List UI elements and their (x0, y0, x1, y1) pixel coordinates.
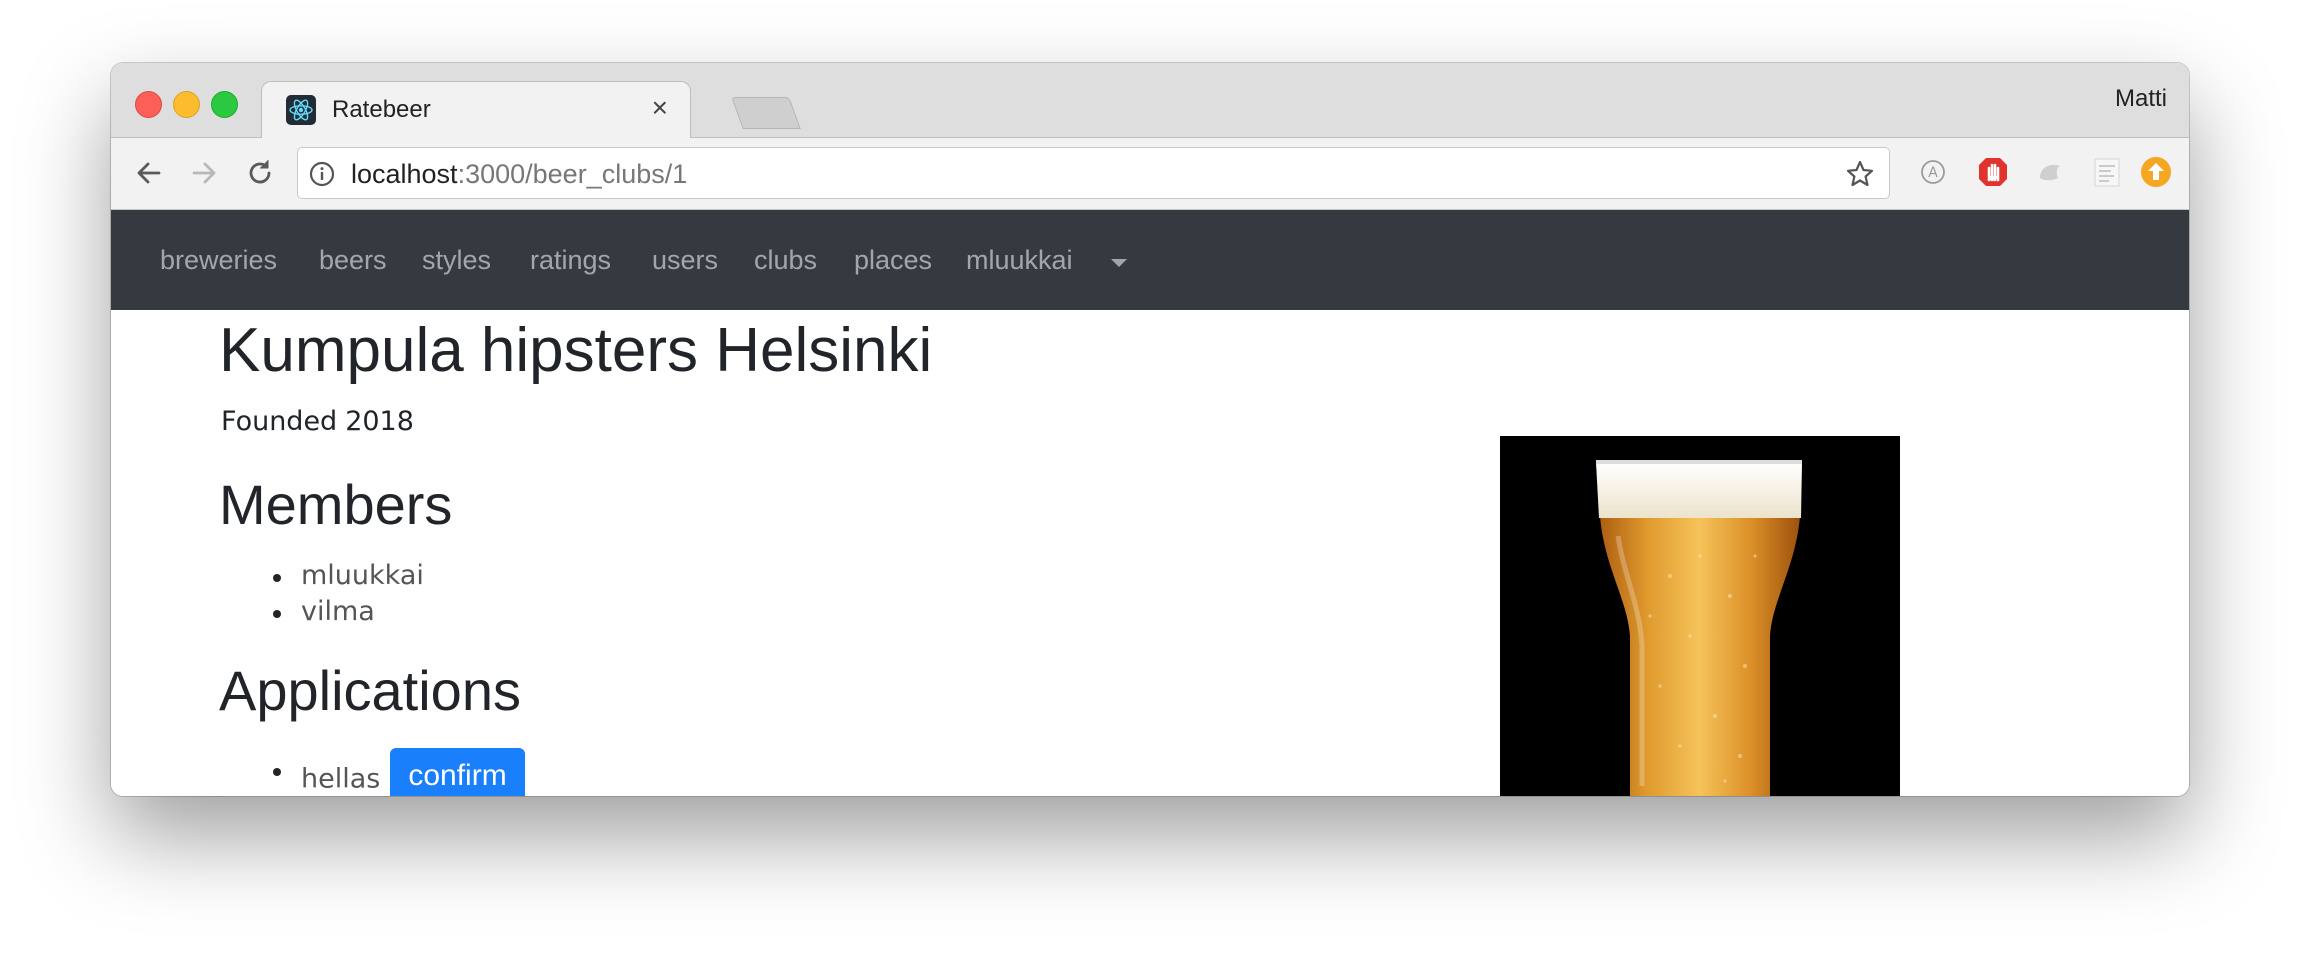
profile-name[interactable]: Matti (2115, 85, 2167, 113)
browser-toolbar: localhost:3000/beer_clubs/1 A (111, 138, 2189, 210)
url-host: localhost (351, 159, 458, 189)
members-list: mluukkai vilma (111, 558, 711, 630)
list-item: hellas confirm (111, 748, 711, 796)
browser-tab[interactable]: Ratebeer × (261, 81, 691, 139)
svg-text:A: A (1928, 165, 1938, 181)
react-icon (286, 95, 316, 125)
applications-list: hellas confirm (111, 748, 711, 796)
upload-extension-icon[interactable] (2138, 154, 2174, 190)
nav-link-styles[interactable]: styles (422, 242, 491, 278)
tab-title: Ratebeer (332, 96, 431, 123)
page-content: breweries beers styles ratings users clu… (111, 210, 2189, 796)
nav-link-users[interactable]: users (652, 242, 718, 278)
translate-extension-icon[interactable]: A (1915, 154, 1951, 190)
url-text: localhost:3000/beer_clubs/1 (351, 159, 687, 189)
address-bar[interactable]: localhost:3000/beer_clubs/1 (297, 147, 1890, 199)
member-name: vilma (301, 596, 375, 627)
back-arrow-icon[interactable] (131, 155, 167, 191)
minimize-window-button[interactable] (173, 91, 200, 118)
list-item: mluukkai (111, 558, 711, 594)
reload-icon[interactable] (242, 155, 278, 191)
beer-glass-image (1500, 436, 1900, 796)
user-menu-dropdown[interactable]: mluukkai (966, 242, 1073, 278)
adblock-hand-icon[interactable] (1975, 154, 2011, 190)
info-icon[interactable] (308, 160, 336, 193)
bookmark-star-icon[interactable] (1845, 159, 1875, 194)
tab-strip: Ratebeer × Matti (111, 63, 2189, 139)
applicant-name: hellas (301, 763, 381, 795)
notes-extension-icon[interactable] (2089, 154, 2125, 190)
chevron-down-icon[interactable] (1111, 259, 1127, 267)
founded-year: 2018 (345, 406, 414, 437)
founded-text: Founded 2018 (221, 406, 414, 438)
nav-link-clubs[interactable]: clubs (754, 242, 817, 278)
url-path: :3000/beer_clubs/1 (457, 159, 688, 189)
app-navbar: breweries beers styles ratings users clu… (111, 210, 2189, 310)
new-tab-button[interactable] (731, 97, 801, 129)
nav-link-beers[interactable]: beers (319, 242, 387, 278)
club-title: Kumpula hipsters Helsinki (219, 316, 933, 385)
member-name: mluukkai (301, 560, 424, 591)
close-window-button[interactable] (135, 91, 162, 118)
applications-heading: Applications (219, 659, 521, 722)
close-tab-icon[interactable]: × (652, 93, 668, 123)
founded-label: Founded (221, 406, 338, 437)
nav-link-ratings[interactable]: ratings (530, 242, 611, 278)
nav-link-breweries[interactable]: breweries (160, 242, 277, 278)
members-heading: Members (219, 473, 453, 536)
forward-arrow-icon[interactable] (186, 155, 222, 191)
ghost-extension-icon[interactable] (2032, 154, 2068, 190)
browser-window: Ratebeer × Matti localhost:3000/beer_clu… (111, 63, 2189, 796)
nav-link-places[interactable]: places (854, 242, 932, 278)
zoom-window-button[interactable] (211, 91, 238, 118)
confirm-button[interactable]: confirm (390, 748, 525, 796)
list-item: vilma (111, 594, 711, 630)
